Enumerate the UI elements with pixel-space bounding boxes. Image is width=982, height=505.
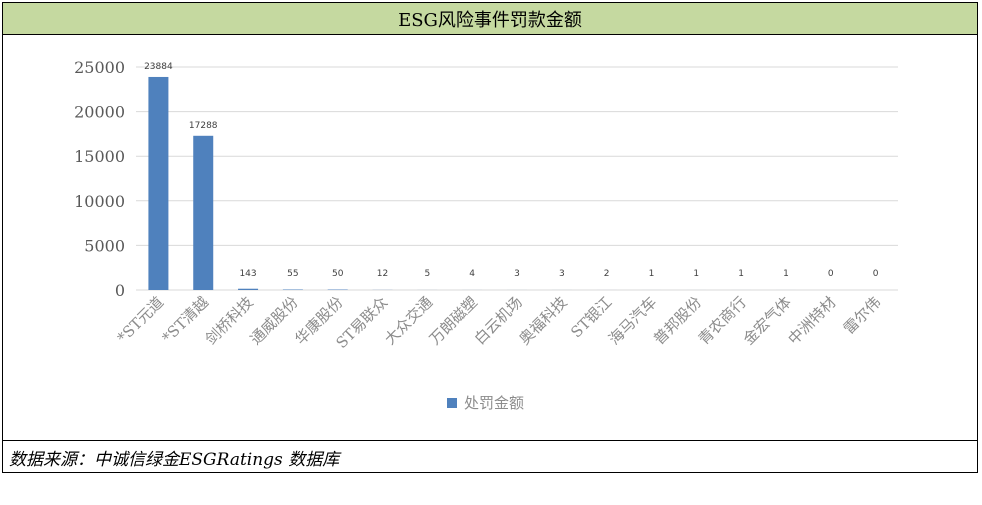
bar: [238, 288, 259, 290]
data-label: 55: [287, 269, 298, 279]
y-tick-label: 10000: [74, 192, 125, 211]
y-tick-label: 5000: [84, 236, 125, 255]
bar: [148, 76, 169, 291]
data-label: 1: [783, 269, 789, 279]
bar: [193, 135, 214, 290]
x-axis-ticks: *ST元道*ST清越剑桥科技通威股份华康股份ST易联众大众交通万朗磁塑白云机场奥…: [114, 293, 885, 352]
source-note: 数据来源：中诚信绿金ESGRatings 数据库: [3, 440, 977, 473]
data-label: 50: [332, 269, 344, 279]
x-tick-label: 剑桥科技: [202, 293, 257, 348]
data-label: 12: [377, 269, 388, 279]
legend-swatch: [447, 398, 457, 408]
y-tick-label: 25000: [74, 58, 125, 77]
data-label: 4: [469, 269, 475, 279]
x-tick-label: 海马汽车: [605, 293, 660, 348]
x-tick-label: 雷尔伟: [840, 293, 885, 338]
legend-label: 处罚金额: [464, 394, 524, 412]
data-label: 1: [649, 269, 655, 279]
source-text: 数据来源：中诚信绿金ESGRatings 数据库: [9, 449, 340, 470]
chart-frame: ESG风险事件罚款金额 0 5000 10000 15000 20000 25000 23…: [2, 2, 978, 473]
chart-title: ESG风险事件罚款金额: [398, 9, 582, 31]
data-label: 143: [239, 269, 256, 279]
x-tick-label: 万朗磁塑: [426, 293, 481, 348]
y-tick-label: 15000: [74, 147, 125, 166]
x-tick-label: 普邦股份: [650, 293, 705, 348]
data-label: 3: [559, 269, 565, 279]
x-tick-label: 奥福科技: [515, 293, 570, 348]
x-tick-label: 青农商行: [695, 293, 750, 348]
x-tick-label: 金宏气体: [740, 293, 795, 348]
data-label: 0: [828, 269, 834, 279]
x-tick-label: *ST元道: [114, 293, 168, 347]
data-labels: 23884 17288 143 55 50 12 5 4 3 3 2 1 1 1 1 0 0: [144, 62, 879, 279]
y-tick-label: 0: [115, 281, 125, 300]
data-label: 2: [604, 269, 610, 279]
x-tick-label: 通威股份: [247, 293, 302, 348]
x-tick-label: 中洲特材: [784, 293, 839, 348]
data-label: 23884: [144, 62, 173, 72]
x-tick-label: 白云机场: [471, 293, 526, 348]
x-tick-label: 大众交通: [381, 293, 436, 348]
chart-header: ESG风险事件罚款金额: [3, 3, 977, 35]
legend: 处罚金额: [447, 394, 524, 412]
y-axis-ticks: 0 5000 10000 15000 20000 25000: [74, 58, 125, 300]
data-label: 0: [873, 269, 879, 279]
data-label: 1: [693, 269, 699, 279]
data-label: 17288: [189, 121, 218, 131]
data-label: 5: [424, 269, 430, 279]
y-tick-label: 20000: [74, 103, 125, 122]
data-label: 1: [738, 269, 744, 279]
data-label: 3: [514, 269, 520, 279]
bar-chart: 0500010000150002000025000 2388417288143 5…: [74, 58, 898, 412]
gridlines: [136, 66, 898, 291]
bars: [148, 76, 796, 291]
